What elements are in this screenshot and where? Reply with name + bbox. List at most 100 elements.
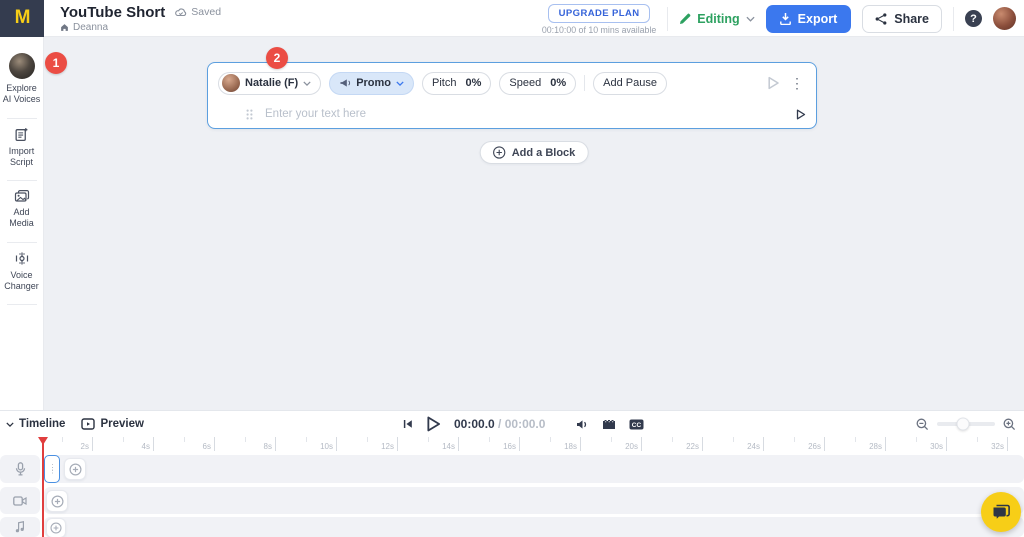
logo-letter: M (15, 7, 30, 29)
music-track-lane[interactable] (44, 517, 1024, 537)
drag-handle-icon[interactable] (246, 109, 253, 120)
ruler-tick-label: 16s (480, 442, 516, 451)
import-script-icon (14, 127, 29, 142)
add-music-clip-button[interactable] (46, 518, 66, 537)
mode-label: Editing (697, 12, 739, 26)
text-input[interactable]: Enter your text here (265, 108, 796, 120)
home-icon (60, 23, 69, 32)
zoom-slider[interactable] (937, 422, 995, 426)
voice-selector[interactable]: Natalie (F) (218, 72, 321, 95)
playhead[interactable] (42, 437, 44, 537)
app-logo[interactable]: M (0, 0, 44, 37)
divider (953, 7, 954, 31)
editor-canvas: 2 Natalie (F) Promo Pitch 0% Speed (44, 37, 1024, 410)
timeline-toggle[interactable]: Timeline (6, 418, 65, 430)
help-button[interactable]: ? (965, 10, 982, 27)
zoom-out-icon[interactable] (916, 418, 929, 431)
style-label: Promo (356, 77, 391, 89)
mode-dropdown[interactable]: Editing (679, 12, 754, 26)
user-avatar[interactable] (993, 7, 1016, 30)
voice-clip[interactable]: ⋮⋮ (44, 455, 60, 483)
ruler-tick (885, 437, 886, 451)
voice-track-lane[interactable] (44, 455, 1024, 483)
chevron-down-icon (746, 16, 755, 22)
total-time: 00:00.0 (505, 417, 546, 431)
chevron-down-icon (303, 81, 311, 86)
divider (7, 242, 37, 243)
cloud-icon (175, 8, 187, 17)
sidebar-item-add-media[interactable]: Add Media (0, 185, 43, 238)
volume-icon[interactable] (576, 419, 589, 430)
skip-to-start-icon[interactable] (403, 419, 413, 429)
ruler-tick (214, 437, 215, 451)
play-line-icon[interactable] (796, 109, 806, 120)
add-voice-clip-button[interactable] (64, 458, 86, 480)
project-title[interactable]: YouTube Short (60, 4, 165, 21)
sidebar-item-explore-ai-voices[interactable]: Explore AI Voices (0, 49, 43, 114)
sidebar-item-label: Add Media (1, 207, 42, 230)
add-pause-button[interactable]: Add Pause (593, 72, 667, 95)
video-camera-icon (13, 496, 27, 506)
timeline-tracks: ⋮⋮ (0, 455, 1024, 537)
block-menu-icon[interactable]: ⋮ (788, 76, 806, 90)
divider (584, 75, 585, 91)
chat-widget-button[interactable] (981, 492, 1021, 532)
pitch-control[interactable]: Pitch 0% (422, 72, 491, 95)
timeline-label: Timeline (19, 418, 65, 430)
ruler-tick (336, 437, 337, 451)
saved-label: Saved (191, 6, 221, 18)
download-icon (780, 13, 791, 25)
preview-button[interactable]: Preview (81, 418, 143, 430)
ruler-tick-label: 28s (846, 442, 882, 451)
step-badge-2: 2 (266, 47, 288, 69)
share-icon (875, 13, 887, 25)
preview-label: Preview (100, 418, 143, 430)
transport-controls: 00:00.0 / 00:00.0 CC (403, 416, 644, 432)
speed-control[interactable]: Speed 0% (499, 72, 576, 95)
style-selector[interactable]: Promo (329, 72, 414, 95)
share-label: Share (894, 12, 929, 26)
export-button[interactable]: Export (766, 5, 852, 33)
plus-circle-icon (51, 495, 64, 508)
add-block-button[interactable]: Add a Block (480, 141, 589, 164)
ruler-tick-label: 32s (968, 442, 1004, 451)
timeline-ruler[interactable]: 2s4s6s8s10s12s14s16s18s20s22s24s26s28s30… (0, 437, 1024, 455)
share-button[interactable]: Share (862, 5, 942, 33)
scenes-icon[interactable] (602, 419, 616, 430)
upgrade-plan-button[interactable]: UPGRADE PLAN (548, 4, 651, 23)
plan-area: UPGRADE PLAN 00:10:00 of 10 mins availab… (542, 2, 656, 35)
ruler-tick-label: 2s (53, 442, 89, 451)
voice-block[interactable]: 2 Natalie (F) Promo Pitch 0% Speed (207, 62, 817, 129)
play-icon[interactable] (426, 416, 441, 432)
svg-text:CC: CC (632, 422, 642, 429)
media-track-lane[interactable] (44, 487, 1024, 514)
breadcrumb-label: Deanna (73, 22, 108, 33)
music-note-icon (15, 521, 25, 533)
ruler-tick (702, 437, 703, 451)
ruler-tick (824, 437, 825, 451)
sidebar-item-voice-changer[interactable]: Voice Changer (0, 247, 43, 301)
top-actions: UPGRADE PLAN 00:10:00 of 10 mins availab… (542, 0, 1016, 37)
breadcrumb[interactable]: Deanna (60, 22, 221, 33)
time-display: 00:00.0 / 00:00.0 (454, 417, 545, 431)
zoom-slider-knob[interactable] (957, 418, 970, 431)
ruler-tick-label: 24s (724, 442, 760, 451)
add-media-clip-button[interactable] (46, 490, 68, 512)
play-block-icon[interactable] (767, 76, 780, 90)
playhead-marker[interactable] (38, 437, 48, 445)
zoom-controls (916, 418, 1016, 431)
add-pause-label: Add Pause (603, 77, 657, 89)
text-row: Enter your text here (218, 104, 806, 124)
saved-status: Saved (175, 6, 221, 18)
zoom-in-icon[interactable] (1003, 418, 1016, 431)
captions-icon[interactable]: CC (629, 419, 644, 430)
chevron-down-icon (6, 422, 14, 427)
export-label: Export (798, 12, 838, 26)
chevron-down-icon (396, 81, 404, 86)
ruler-tick (458, 437, 459, 451)
divider (7, 180, 37, 181)
ruler-tick-label: 18s (541, 442, 577, 451)
speed-value: 0% (550, 77, 566, 89)
current-time: 00:00.0 (454, 417, 495, 431)
sidebar-item-import-script[interactable]: Import Script (0, 123, 43, 177)
